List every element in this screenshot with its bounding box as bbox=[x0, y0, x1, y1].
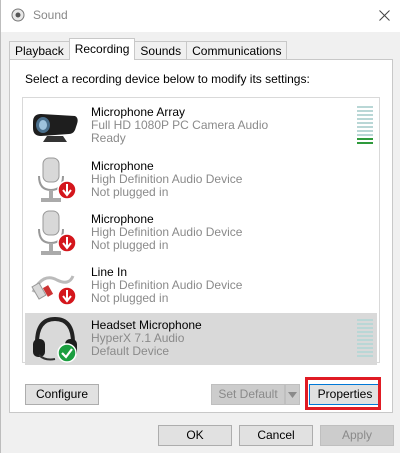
camera-mic-icon bbox=[33, 114, 78, 142]
level-meter bbox=[357, 319, 373, 357]
device-status: Ready bbox=[91, 131, 126, 145]
device-row-selected[interactable]: Headset Microphone HyperX 7.1 Audio Defa… bbox=[25, 313, 377, 365]
ok-button[interactable]: OK bbox=[158, 425, 232, 446]
level-meter bbox=[357, 106, 373, 144]
set-default-dropdown[interactable] bbox=[285, 384, 300, 405]
microphone-icon bbox=[38, 157, 77, 202]
device-status: Default Device bbox=[91, 344, 170, 358]
headset-icon bbox=[33, 316, 77, 363]
instruction-text: Select a recording device below to modif… bbox=[25, 72, 310, 86]
tab-communications[interactable]: Communications bbox=[186, 41, 288, 60]
close-button[interactable] bbox=[367, 0, 400, 30]
cancel-button[interactable]: Cancel bbox=[239, 425, 313, 446]
device-status: Not plugged in bbox=[91, 238, 169, 252]
tab-playback[interactable]: Playback bbox=[9, 41, 70, 60]
device-list[interactable]: Microphone Array Full HD 1080P PC Camera… bbox=[22, 97, 380, 365]
configure-button[interactable]: Configure bbox=[25, 384, 99, 405]
unplugged-badge-icon bbox=[57, 233, 77, 253]
tab-recording[interactable]: Recording bbox=[68, 38, 136, 60]
properties-button[interactable]: Properties bbox=[309, 384, 381, 405]
tab-sounds[interactable]: Sounds bbox=[134, 41, 188, 60]
chevron-down-icon bbox=[288, 392, 297, 398]
window-title: Sound bbox=[33, 8, 68, 22]
unplugged-badge-icon bbox=[57, 286, 77, 306]
sound-dialog: Sound Playback Recording Sounds Communic… bbox=[0, 0, 400, 453]
device-row[interactable]: Microphone High Definition Audio Device … bbox=[25, 154, 377, 206]
device-row[interactable]: Line In High Definition Audio Device Not… bbox=[25, 260, 377, 312]
speaker-icon bbox=[11, 8, 25, 22]
set-default-button[interactable]: Set Default bbox=[211, 384, 285, 405]
apply-button[interactable]: Apply bbox=[320, 425, 394, 446]
tab-strip: Playback Recording Sounds Communications bbox=[9, 38, 288, 60]
unplugged-badge-icon bbox=[57, 180, 77, 200]
device-row[interactable]: Microphone Array Full HD 1080P PC Camera… bbox=[25, 100, 377, 152]
device-status: Not plugged in bbox=[91, 185, 169, 199]
line-in-icon bbox=[31, 275, 77, 306]
device-status: Not plugged in bbox=[91, 291, 169, 305]
recording-panel: Select a recording device below to modif… bbox=[9, 59, 393, 413]
close-icon bbox=[378, 9, 390, 21]
title-bar: Sound bbox=[1, 0, 400, 32]
device-row[interactable]: Microphone High Definition Audio Device … bbox=[25, 207, 377, 259]
default-device-check-icon bbox=[57, 343, 77, 363]
microphone-icon bbox=[38, 210, 77, 255]
